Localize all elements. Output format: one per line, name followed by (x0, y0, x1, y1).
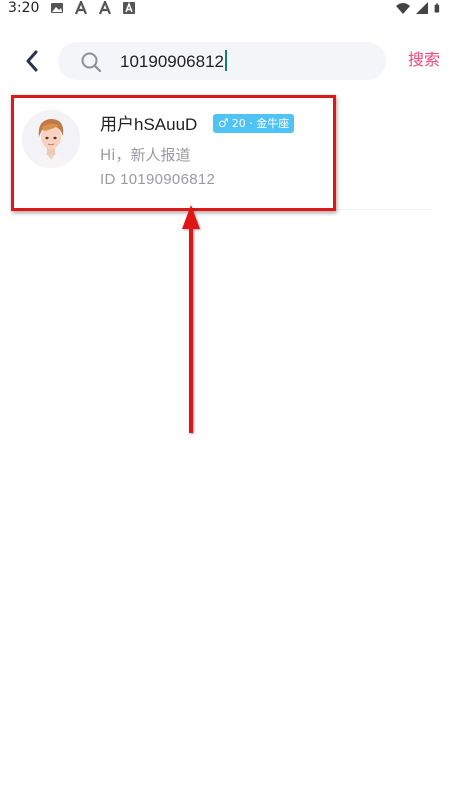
text-cursor (225, 50, 228, 71)
status-time: 3:20 (8, 0, 40, 16)
search-box[interactable]: 10190906812 (58, 42, 386, 80)
notification-icons (50, 1, 136, 15)
battery-icon (434, 3, 440, 13)
a-icon (74, 1, 88, 15)
wifi-icon (396, 3, 410, 14)
highlight-box (11, 95, 336, 211)
search-input-value: 10190906812 (120, 52, 225, 71)
chevron-left-icon (26, 50, 38, 72)
image-icon (51, 3, 63, 13)
search-input[interactable]: 10190906812 (120, 50, 228, 72)
back-button[interactable] (18, 47, 46, 75)
search-icon (81, 52, 102, 73)
signal-icon (416, 2, 428, 14)
a-icon (98, 1, 112, 15)
status-bar: 3:20 (0, 0, 449, 18)
a-box-icon (123, 1, 135, 14)
up-arrow-annotation (182, 205, 200, 433)
search-button[interactable]: 搜索 (408, 49, 440, 71)
system-icons (396, 1, 443, 15)
